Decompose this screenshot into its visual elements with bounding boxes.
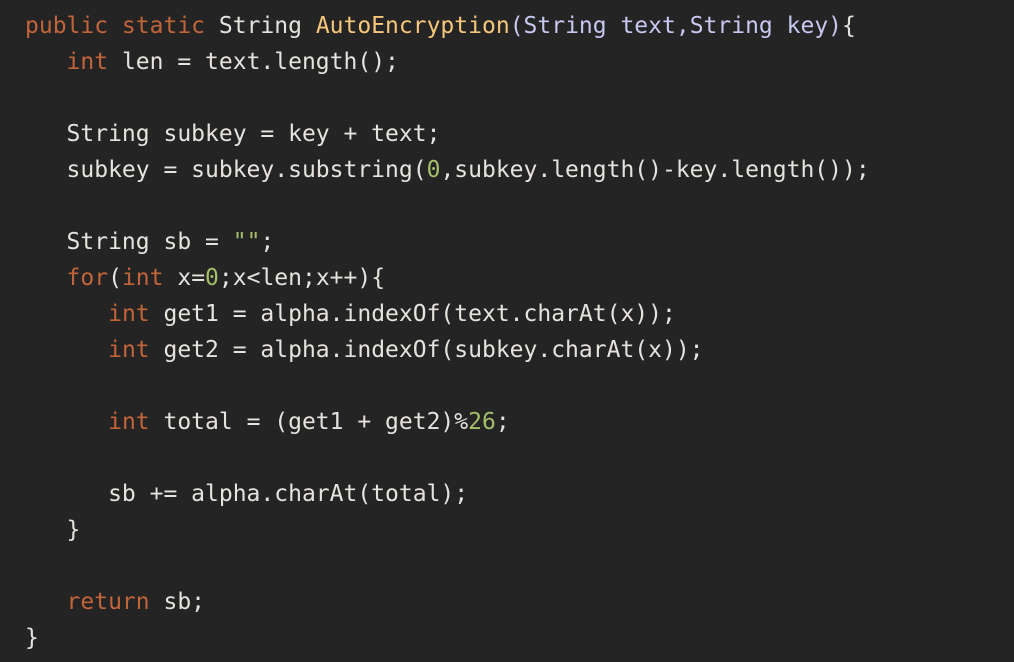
code-line: int get1 = alpha.indexOf(text.charAt(x))… <box>0 296 1014 332</box>
code-token-keyword: int <box>66 49 109 75</box>
code-token-plain: ; <box>495 409 510 435</box>
code-token-keyword: int <box>121 265 164 291</box>
code-token-plain: ( <box>108 265 122 291</box>
code-line: int len = text.length(); <box>0 44 1014 80</box>
code-token-number: 0 <box>205 265 219 291</box>
code-token-keyword: return <box>66 589 150 615</box>
code-line: for(int x=0;x<len;x++){ <box>0 260 1014 296</box>
code-token-keyword: for <box>66 265 109 291</box>
code-token-function: AutoEncryption <box>315 13 510 39</box>
code-line: return sb; <box>0 584 1014 620</box>
code-token-plain: get2 = alpha.indexOf(subkey.charAt(x)); <box>149 337 704 363</box>
code-token-plain: x= <box>163 265 206 291</box>
code-token-plain: String <box>218 13 316 39</box>
code-line: int total = (get1 + get2)%26; <box>0 404 1014 440</box>
code-line: String subkey = key + text; <box>0 116 1014 152</box>
code-line-list: public static String AutoEncryption(Stri… <box>0 8 1014 656</box>
code-token-string: "" <box>232 229 261 255</box>
code-token-plain: ;x<len;x++){ <box>218 265 386 291</box>
code-token-plain: } <box>25 625 39 651</box>
code-line: sb += alpha.charAt(total); <box>0 476 1014 512</box>
code-token-number: 0 <box>426 157 441 183</box>
code-token-keyword: int <box>108 337 150 363</box>
code-line: int get2 = alpha.indexOf(subkey.charAt(x… <box>0 332 1014 368</box>
code-token-plain: total = (get1 + get2)% <box>149 409 469 435</box>
code-token-plain: String sb = <box>25 229 233 255</box>
code-token-number: 26 <box>468 409 496 435</box>
code-viewer[interactable]: public static String AutoEncryption(Stri… <box>0 0 1014 662</box>
code-token-plain: sb; <box>149 589 206 615</box>
code-line: public static String AutoEncryption(Stri… <box>0 8 1014 44</box>
code-token-keyword: int <box>108 301 150 327</box>
code-token-param: (String text,String key) <box>509 13 843 39</box>
code-line: } <box>0 620 1014 656</box>
code-token-plain: ; <box>260 229 275 255</box>
code-token-plain: sb += alpha.charAt(total); <box>25 481 469 507</box>
code-token-keyword: int <box>108 409 150 435</box>
code-token-plain: { <box>842 13 856 39</box>
code-token-plain: String subkey = key + text; <box>25 121 441 147</box>
code-token-plain: } <box>25 517 81 543</box>
code-token-plain: len = text.length(); <box>108 49 399 75</box>
code-line: subkey = subkey.substring(0,subkey.lengt… <box>0 152 1014 188</box>
code-token-keyword: public static <box>25 13 219 39</box>
code-token-plain: get1 = alpha.indexOf(text.charAt(x)); <box>149 301 676 327</box>
code-token-plain: ,subkey.length()-key.length()); <box>440 157 870 183</box>
code-token-plain: subkey = subkey.substring( <box>25 157 427 183</box>
code-line: } <box>0 512 1014 548</box>
code-line: String sb = ""; <box>0 224 1014 260</box>
